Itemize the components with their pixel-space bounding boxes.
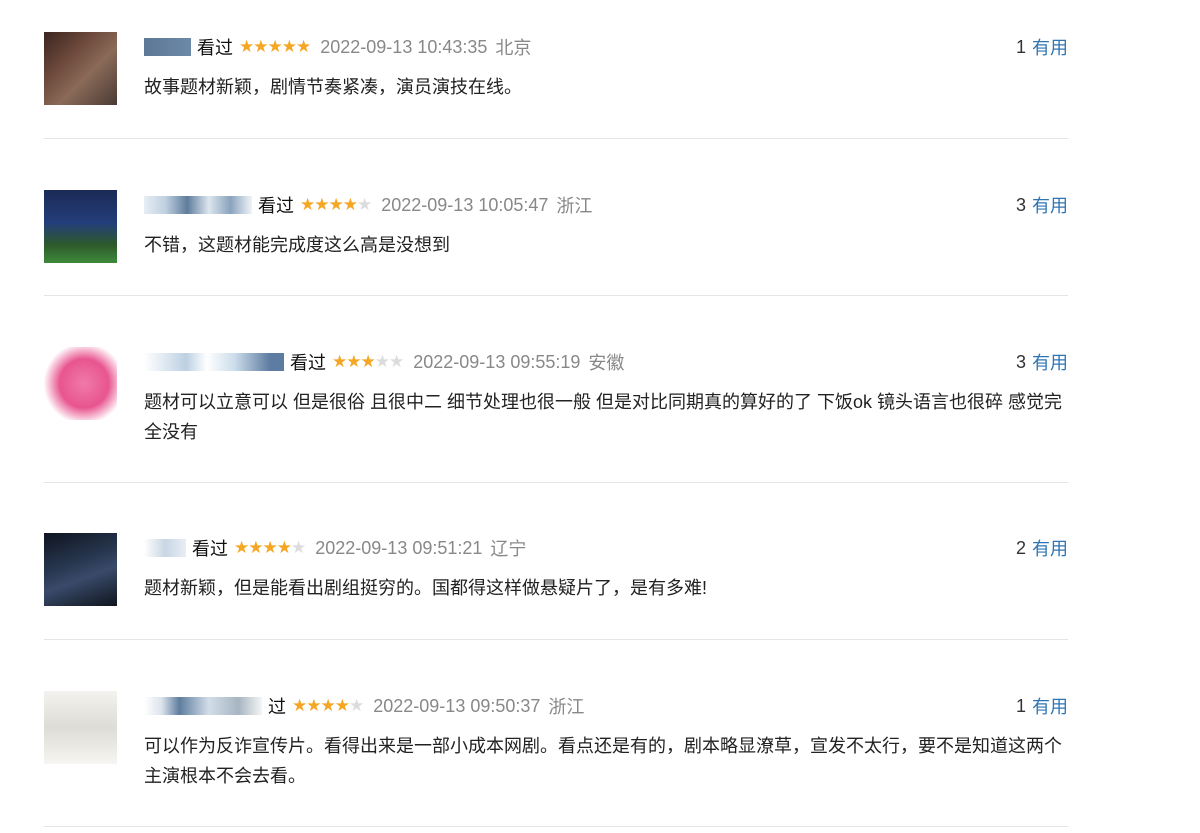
star-filled-icon: ★: [262, 538, 278, 557]
review-content: 题材新颖，但是能看出剧组挺穷的。国都得这样做悬疑片了，是有多难!: [144, 578, 707, 598]
star-empty-icon: ★: [291, 538, 306, 557]
review-location: 北京: [495, 38, 532, 58]
watched-status: 看过: [197, 38, 233, 58]
review-content: 故事题材新颖，剧情节奏紧凑，演员演技在线。: [144, 77, 522, 97]
star-filled-icon: ★: [239, 37, 254, 56]
review-header: 看过 ★★★★★ 2022-09-13 09:55:19 安徽: [144, 347, 624, 377]
review-location: 浙江: [556, 196, 593, 216]
rating-stars: ★★★★★: [300, 195, 372, 215]
username-masked[interactable]: [144, 539, 186, 557]
star-filled-icon: ★: [332, 352, 347, 371]
review-item: 看过 ★★★★★ 2022-09-13 09:51:21 辽宁 2 有用 题材新…: [44, 533, 1068, 623]
useful-count: 2: [1015, 537, 1026, 558]
divider: [44, 138, 1068, 139]
star-filled-icon: ★: [342, 195, 358, 214]
useful-vote: 1 有用: [1016, 32, 1068, 62]
star-empty-icon: ★: [389, 352, 404, 371]
user-avatar[interactable]: [44, 691, 117, 764]
star-filled-icon: ★: [276, 538, 292, 557]
review-item: 看过 ★★★★★ 2022-09-13 09:55:19 安徽 3 有用 题材可…: [44, 347, 1068, 467]
star-filled-icon: ★: [296, 37, 311, 56]
user-avatar[interactable]: [44, 190, 117, 263]
review-item: 看过 ★★★★★ 2022-09-13 10:05:47 浙江 3 有用 不错，…: [44, 190, 1068, 280]
star-empty-icon: ★: [357, 195, 372, 214]
username-masked[interactable]: [144, 196, 252, 214]
review-content: 题材可以立意可以 但是很俗 且很中二 细节处理也很一般 但是对比同期真的算好的了…: [144, 392, 1063, 442]
user-avatar[interactable]: [44, 347, 117, 420]
star-filled-icon: ★: [306, 696, 321, 715]
review-location: 浙江: [548, 697, 585, 717]
useful-button[interactable]: 有用: [1032, 535, 1068, 561]
review-time: 2022-09-13 09:50:37: [373, 695, 541, 716]
rating-stars: ★★★★★: [234, 538, 306, 558]
star-filled-icon: ★: [281, 37, 297, 56]
review-location: 安徽: [588, 353, 625, 373]
watched-status: 看过: [290, 353, 326, 373]
review-item: 看过 ★★★★★ 2022-09-13 10:43:35 北京 1 有用 故事题…: [44, 32, 1068, 122]
useful-vote: 2 有用: [1016, 533, 1068, 563]
review-header: 看过 ★★★★★ 2022-09-13 09:51:21 辽宁: [144, 533, 526, 563]
user-avatar[interactable]: [44, 533, 117, 606]
useful-vote: 3 有用: [1016, 190, 1068, 220]
useful-count: 3: [1015, 194, 1026, 215]
review-time: 2022-09-13 10:05:47: [381, 194, 549, 215]
rating-stars: ★★★★★: [332, 352, 404, 372]
useful-count: 1: [1015, 36, 1026, 57]
watched-status: 过: [268, 697, 286, 717]
review-time: 2022-09-13 10:43:35: [320, 36, 488, 57]
username-masked[interactable]: [144, 353, 284, 371]
username-masked[interactable]: [144, 38, 191, 56]
star-filled-icon: ★: [346, 352, 361, 371]
username-masked[interactable]: [144, 697, 262, 715]
useful-button[interactable]: 有用: [1032, 349, 1068, 375]
star-filled-icon: ★: [320, 696, 336, 715]
divider: [44, 482, 1068, 483]
divider: [44, 826, 1068, 827]
useful-vote: 3 有用: [1016, 347, 1068, 377]
watched-status: 看过: [258, 196, 294, 216]
rating-stars: ★★★★★: [292, 696, 364, 716]
review-time: 2022-09-13 09:51:21: [315, 537, 483, 558]
useful-count: 3: [1015, 351, 1026, 372]
review-location: 辽宁: [490, 539, 527, 559]
watched-status: 看过: [192, 539, 228, 559]
divider: [44, 639, 1068, 640]
rating-stars: ★★★★★: [239, 37, 311, 57]
useful-count: 1: [1015, 695, 1026, 716]
star-empty-icon: ★: [374, 352, 390, 371]
star-filled-icon: ★: [253, 37, 268, 56]
review-content: 可以作为反诈宣传片。看得出来是一部小成本网剧。看点还是有的，剧本略显潦草，宣发不…: [144, 736, 1062, 786]
useful-button[interactable]: 有用: [1032, 693, 1068, 719]
star-empty-icon: ★: [349, 696, 364, 715]
star-filled-icon: ★: [292, 696, 307, 715]
star-filled-icon: ★: [267, 37, 283, 56]
review-header: 看过 ★★★★★ 2022-09-13 10:05:47 浙江: [144, 190, 592, 220]
star-filled-icon: ★: [328, 195, 344, 214]
star-filled-icon: ★: [234, 538, 249, 557]
star-filled-icon: ★: [248, 538, 263, 557]
review-list: 看过 ★★★★★ 2022-09-13 10:43:35 北京 1 有用 故事题…: [0, 0, 1200, 833]
review-content: 不错，这题材能完成度这么高是没想到: [144, 235, 450, 255]
review-item: 过 ★★★★★ 2022-09-13 09:50:37 浙江 1 有用 可以作为…: [44, 691, 1068, 801]
review-header: 过 ★★★★★ 2022-09-13 09:50:37 浙江: [144, 691, 584, 721]
star-filled-icon: ★: [300, 195, 315, 214]
user-avatar[interactable]: [44, 32, 117, 105]
star-filled-icon: ★: [314, 195, 329, 214]
star-filled-icon: ★: [334, 696, 350, 715]
star-filled-icon: ★: [360, 352, 376, 371]
useful-button[interactable]: 有用: [1032, 34, 1068, 60]
review-time: 2022-09-13 09:55:19: [413, 351, 581, 372]
divider: [44, 295, 1068, 296]
useful-button[interactable]: 有用: [1032, 192, 1068, 218]
review-header: 看过 ★★★★★ 2022-09-13 10:43:35 北京: [144, 32, 531, 62]
useful-vote: 1 有用: [1016, 691, 1068, 721]
